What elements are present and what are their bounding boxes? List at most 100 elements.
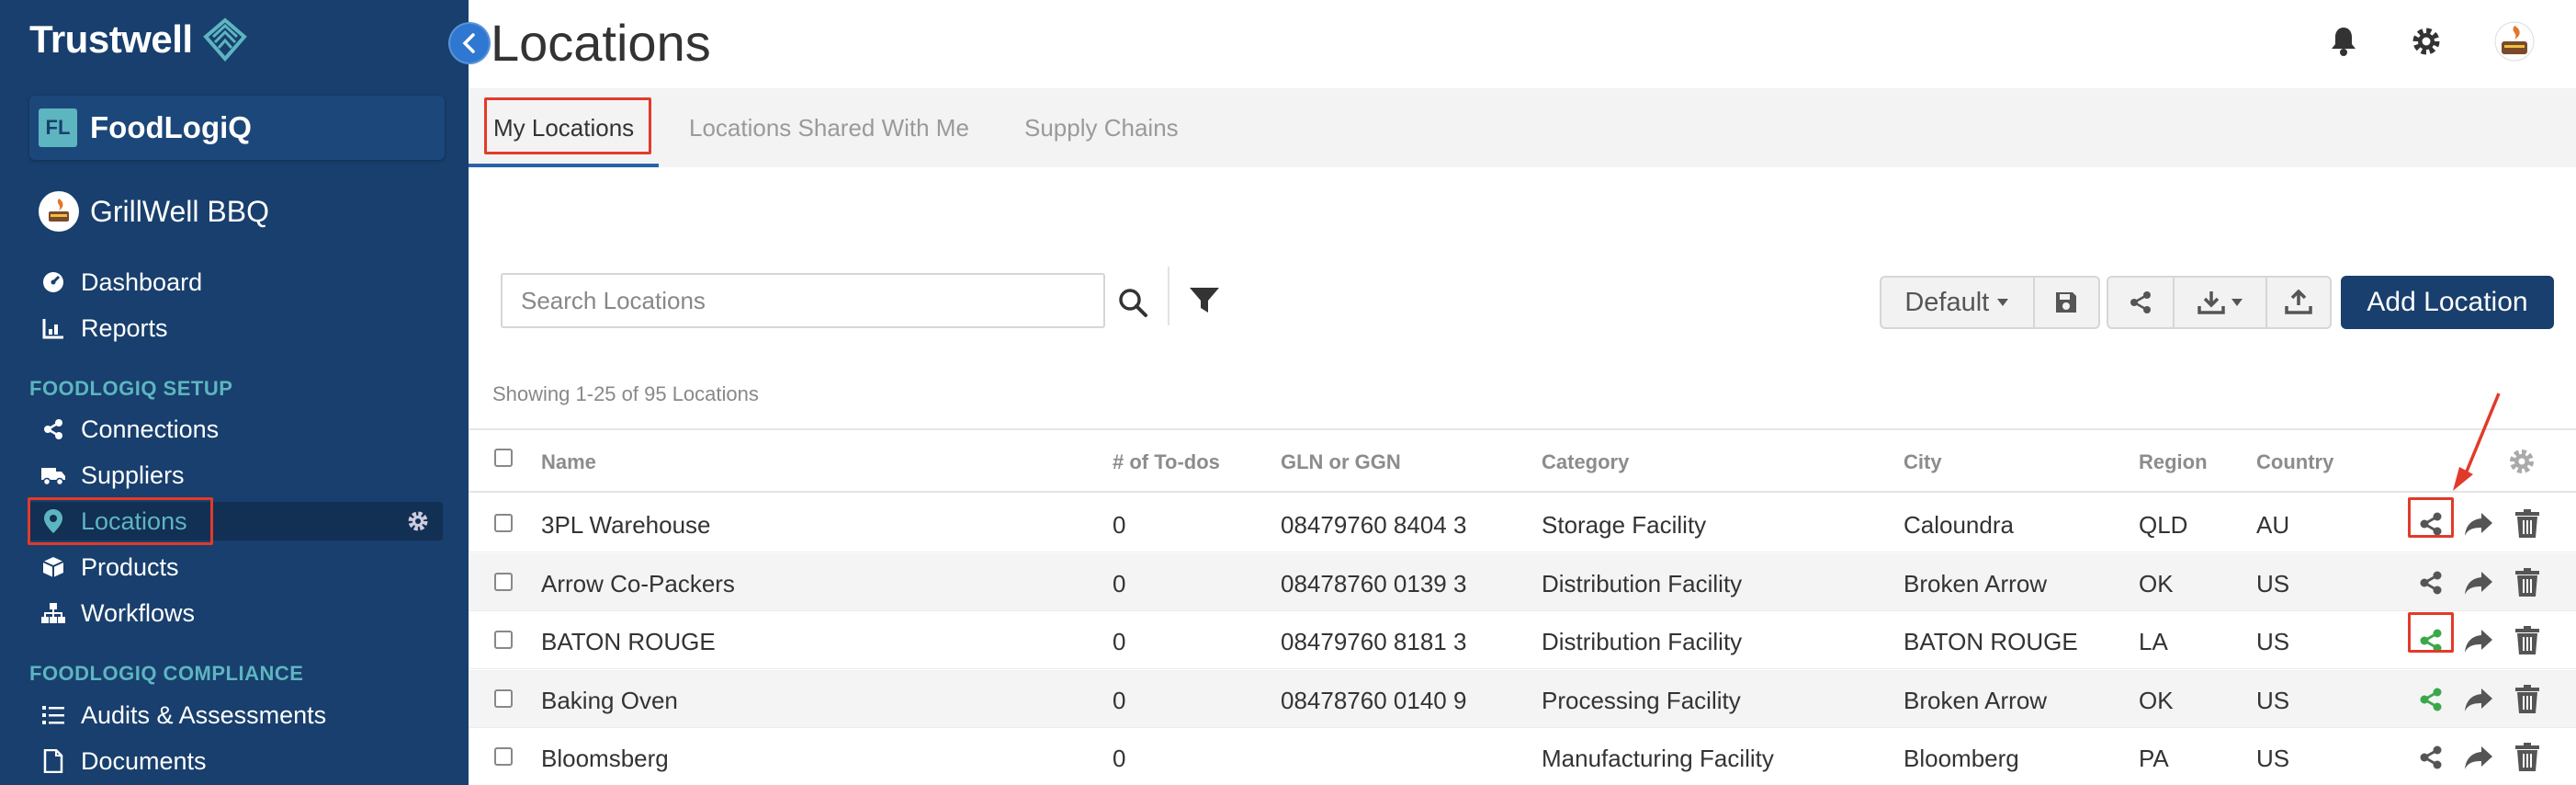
share-location-icon[interactable] (2411, 563, 2451, 603)
share-icon (40, 416, 66, 442)
results-summary: Showing 1-25 of 95 Locations (492, 382, 759, 405)
sidebar-item-dashboard[interactable]: Dashboard (28, 263, 443, 301)
sidebar-item-workflows[interactable]: Workflows (28, 594, 443, 632)
cell-category: Manufacturing Facility (1542, 745, 1774, 772)
brand[interactable]: Trustwell (29, 17, 248, 63)
trash-icon[interactable] (2507, 563, 2548, 603)
column-header-gln[interactable]: GLN or GGN (1281, 450, 1401, 474)
forward-icon[interactable] (2458, 563, 2499, 603)
sidebar-item-locations[interactable]: Locations (28, 502, 443, 540)
sidebar-item-documents[interactable]: Documents (28, 742, 443, 780)
tab-locations-shared-with-me[interactable]: Locations Shared With Me (689, 114, 969, 142)
sidebar-item-reports[interactable]: Reports (28, 309, 443, 347)
sidebar-item-connections[interactable]: Connections (28, 410, 443, 449)
save-view-button[interactable] (2035, 278, 2098, 327)
annotation-arrow-icon (2453, 392, 2501, 491)
sidebar-item-label: Products (81, 552, 179, 581)
select-all-checkbox[interactable] (494, 449, 513, 467)
locations-settings-gear-icon[interactable] (406, 509, 430, 533)
table-row[interactable]: BATON ROUGE 0 08479760 8181 3 Distribution … (469, 611, 2576, 669)
org-name: FoodLogiQ (90, 110, 252, 144)
share-location-icon[interactable] (2411, 504, 2451, 544)
row-checkbox[interactable] (494, 747, 513, 766)
search-icon[interactable] (1110, 279, 1156, 325)
tab-supply-chains[interactable]: Supply Chains (1024, 114, 1179, 142)
trash-icon[interactable] (2507, 679, 2548, 720)
column-header-category[interactable]: Category (1542, 450, 1629, 474)
row-checkbox[interactable] (494, 572, 513, 591)
column-header-todos[interactable]: # of To-dos (1113, 450, 1220, 474)
cell-region: PA (2139, 745, 2169, 772)
cell-todos: 0 (1113, 569, 1126, 597)
column-header-region[interactable]: Region (2139, 450, 2208, 474)
document-icon (40, 748, 66, 774)
company-avatar (39, 191, 79, 232)
cell-region: QLD (2139, 511, 2188, 539)
map-pin-icon (40, 508, 66, 534)
column-header-city[interactable]: City (1904, 450, 1942, 474)
box-icon (40, 554, 66, 580)
column-header-name[interactable]: Name (541, 450, 596, 474)
cell-name[interactable]: Bloomsberg (541, 745, 669, 773)
section-heading-compliance: FOODLOGIQ COMPLIANCE (29, 662, 304, 685)
row-checkbox[interactable] (494, 688, 513, 708)
table-row[interactable]: Baking Oven 0 08478760 0140 9 Processing Fa… (469, 669, 2576, 728)
company-switcher[interactable]: GrillWell BBQ (39, 191, 269, 232)
actions-button-group (2107, 276, 2332, 329)
cell-region: LA (2139, 628, 2168, 655)
view-select-dropdown[interactable]: Default (1881, 278, 2035, 327)
sidebar-item-products[interactable]: Products (28, 548, 443, 586)
toolbar-divider (1168, 267, 1169, 325)
share-button[interactable] (2108, 278, 2175, 327)
trash-icon[interactable] (2507, 620, 2548, 661)
cell-country: US (2256, 569, 2290, 597)
tab-my-locations[interactable]: My Locations (493, 114, 634, 142)
table-row[interactable]: Arrow Co-Packers 0 08478760 0139 3 Distribu… (469, 552, 2576, 611)
collapse-sidebar-button[interactable] (448, 22, 491, 64)
page-title: Locations (491, 14, 711, 72)
cell-name[interactable]: Arrow Co-Packers (541, 570, 735, 598)
add-location-button[interactable]: Add Location (2341, 276, 2554, 329)
sidebar-item-audits[interactable]: Audits & Assessments (28, 696, 443, 734)
trash-icon[interactable] (2507, 737, 2548, 778)
cell-gln: 08478760 0140 9 (1281, 686, 1467, 714)
settings-gear-icon[interactable] (2405, 20, 2447, 63)
column-settings-gear-icon[interactable] (2507, 447, 2536, 476)
search-input[interactable]: Search Locations (501, 273, 1105, 328)
cell-country: AU (2256, 511, 2290, 539)
brand-name: Trustwell (29, 17, 193, 61)
org-switcher[interactable]: FL FoodLogiQ (29, 96, 445, 160)
sidebar-item-label: Workflows (81, 598, 196, 627)
tab-bar: My Locations Locations Shared With Me Su… (469, 88, 2576, 167)
cell-country: US (2256, 628, 2290, 655)
table-row[interactable]: 3PL Warehouse 0 08479760 8404 3 Storage Fac… (469, 495, 2576, 552)
filter-icon[interactable] (1183, 279, 1226, 322)
cell-category: Distribution Facility (1542, 628, 1743, 655)
cell-region: OK (2139, 569, 2174, 597)
view-select-value: Default (1904, 287, 1990, 317)
forward-icon[interactable] (2458, 737, 2499, 778)
cell-name[interactable]: Baking Oven (541, 687, 678, 715)
forward-icon[interactable] (2458, 504, 2499, 544)
column-header-country[interactable]: Country (2256, 450, 2333, 474)
upload-button[interactable] (2267, 278, 2330, 327)
cell-name[interactable]: 3PL Warehouse (541, 511, 711, 540)
row-checkbox[interactable] (494, 514, 513, 532)
sidebar-item-suppliers[interactable]: Suppliers (28, 456, 443, 495)
user-avatar[interactable] (2491, 18, 2537, 64)
forward-icon[interactable] (2458, 679, 2499, 720)
cell-name[interactable]: BATON ROUGE (541, 628, 716, 656)
sidebar-item-label: Dashboard (81, 267, 203, 296)
cell-todos: 0 (1113, 686, 1126, 714)
share-location-icon[interactable] (2411, 679, 2451, 720)
forward-icon[interactable] (2458, 620, 2499, 661)
download-dropdown-button[interactable] (2175, 278, 2267, 327)
row-checkbox[interactable] (494, 631, 513, 649)
bell-icon[interactable] (2322, 20, 2365, 63)
download-icon (2197, 290, 2225, 315)
share-location-icon[interactable] (2411, 620, 2451, 661)
share-location-icon[interactable] (2411, 737, 2451, 778)
trash-icon[interactable] (2507, 504, 2548, 544)
table-row[interactable]: Bloomsberg 0 Manufacturing Facility Bloombe… (469, 728, 2576, 785)
caret-down-icon (1996, 298, 2009, 307)
